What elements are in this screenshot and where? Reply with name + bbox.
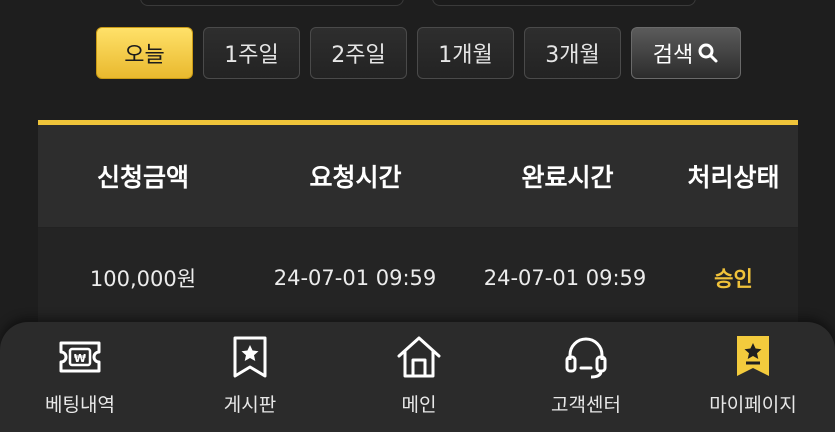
table-header: 신청금액 요청시간 완료시간 처리상태: [38, 125, 798, 228]
nav-label-betting-history: 베팅내역: [45, 394, 115, 416]
cell-requested-time: 24-07-01 09:59: [273, 266, 437, 290]
home-icon: [397, 336, 441, 378]
status-badge: 승인: [714, 267, 753, 291]
filter-3month-button[interactable]: 3개월: [524, 27, 621, 79]
search-button[interactable]: 검색: [631, 27, 741, 79]
headset-icon: [565, 337, 607, 379]
search-button-label: 검색: [652, 43, 694, 68]
filter-2week-button[interactable]: 2주일: [310, 27, 407, 79]
nav-item-board[interactable]: 게시판: [175, 332, 325, 427]
ticket-won-icon: ₩: [59, 341, 101, 373]
filter-1week-button[interactable]: 1주일: [203, 27, 300, 79]
nav-label-main: 메인: [401, 394, 437, 416]
nav-item-betting-history[interactable]: ₩ 베팅내역: [5, 332, 155, 427]
svg-text:₩: ₩: [74, 352, 86, 365]
nav-label-mypage: 마이페이지: [709, 394, 797, 416]
history-table: 신청금액 요청시간 완료시간 처리상태 100,000원 24-07-01 09…: [38, 120, 798, 335]
nav-item-main[interactable]: 메인: [344, 332, 494, 427]
filter-1month-button[interactable]: 1개월: [417, 27, 514, 79]
date-end-field[interactable]: [432, 0, 696, 6]
date-start-field[interactable]: [140, 0, 404, 6]
cell-amount: 100,000원: [89, 267, 197, 291]
nav-item-customer-center[interactable]: 고객센터: [511, 332, 661, 427]
column-header-requested: 요청시간: [309, 163, 402, 192]
bookmark-star-icon: [737, 336, 769, 376]
column-header-amount: 신청금액: [96, 163, 189, 192]
table-row: 100,000원 24-07-01 09:59 24-07-01 09:59 승…: [38, 228, 798, 328]
nav-label-customer-center: 고객센터: [551, 394, 621, 416]
column-header-status: 처리상태: [687, 163, 780, 192]
period-filter-bar: 오늘 1주일 2주일 1개월 3개월 검색: [0, 27, 835, 81]
nav-label-board: 게시판: [223, 394, 277, 416]
filter-today-button[interactable]: 오늘: [96, 27, 193, 79]
bottom-navigation: ₩ 베팅내역 게시판 메인 고객센터 마이페이지: [0, 322, 835, 432]
cell-completed-time: 24-07-01 09:59: [483, 266, 647, 290]
search-icon: [698, 43, 718, 63]
nav-item-mypage[interactable]: 마이페이지: [678, 332, 828, 427]
column-header-completed: 완료시간: [521, 163, 614, 192]
board-star-icon: [233, 336, 267, 378]
